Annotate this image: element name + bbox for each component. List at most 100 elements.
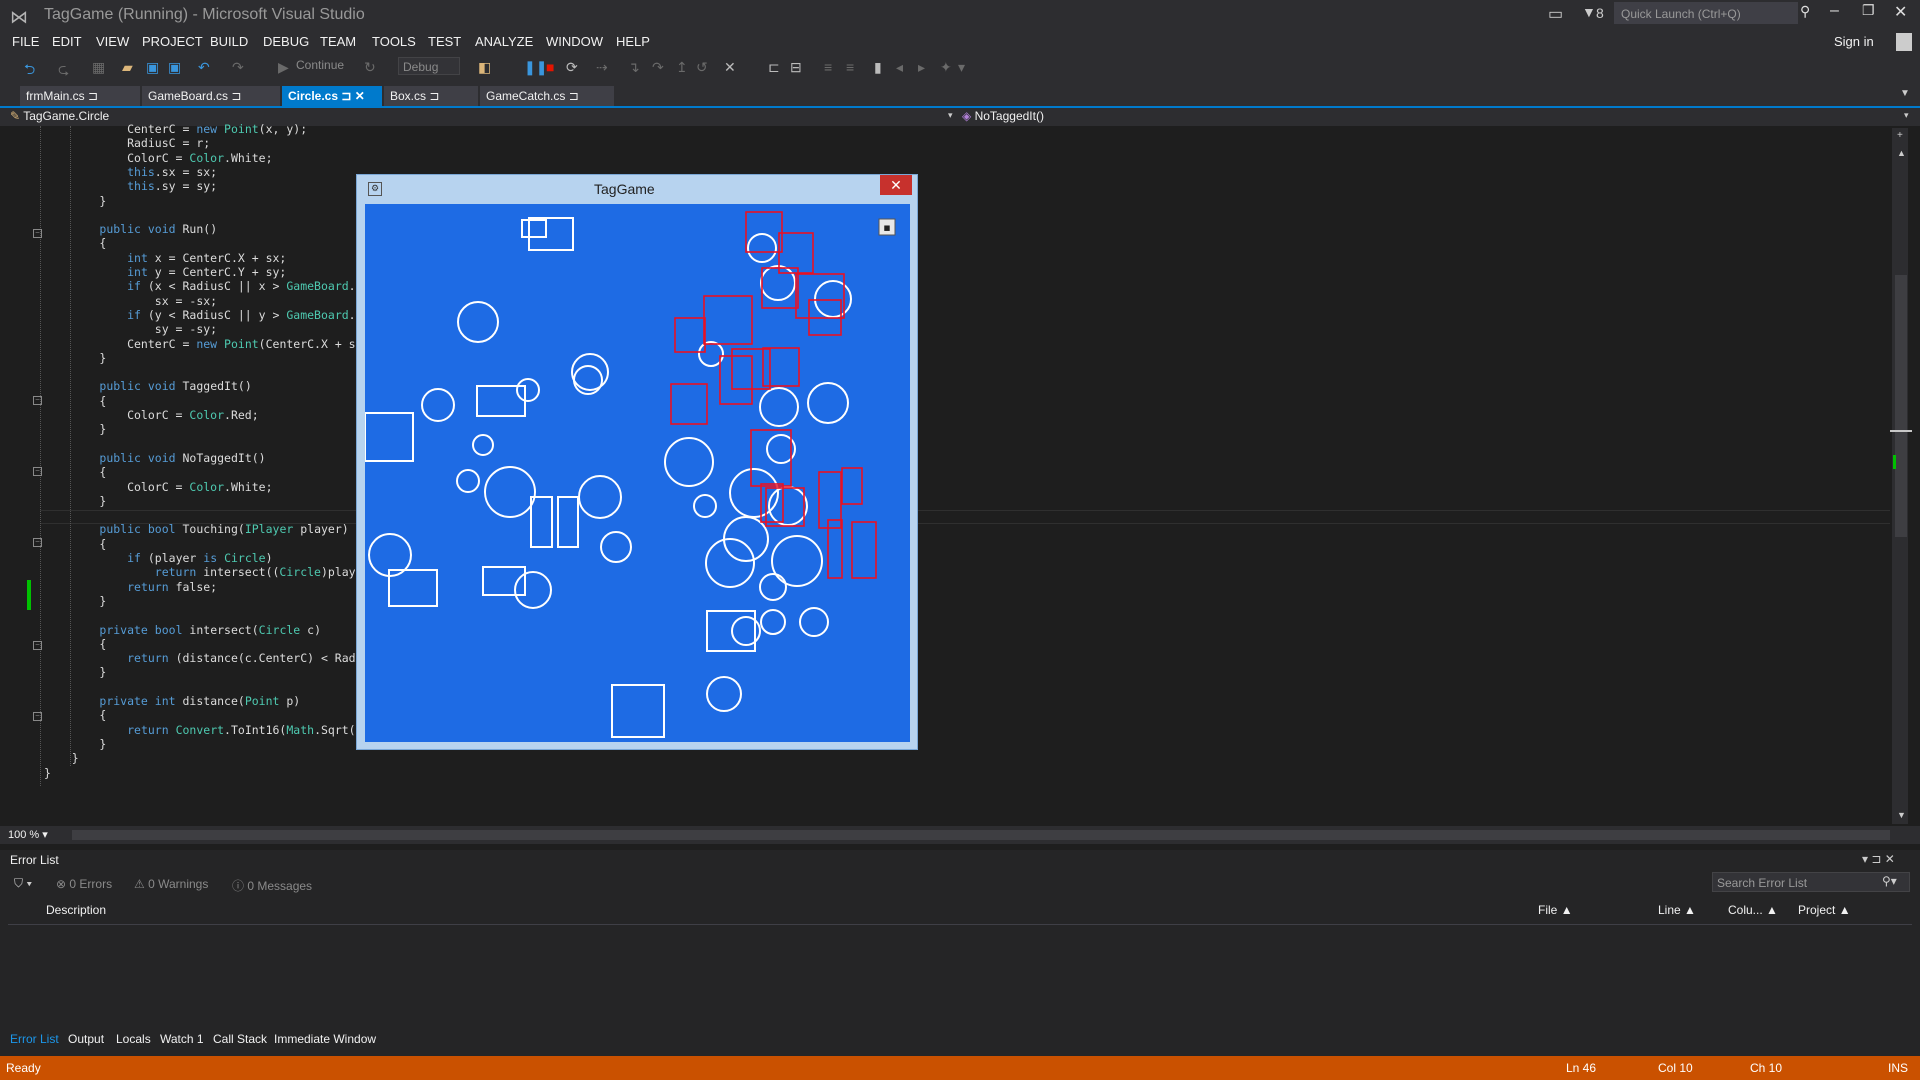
code-line[interactable]: CenterC = new Point(CenterC.X + s <box>44 337 356 351</box>
panel-window-controls[interactable]: ▾ ⊐ ✕ <box>1862 852 1895 866</box>
stop-debugging-icon[interactable]: ■ <box>546 59 554 75</box>
code-text-area[interactable]: CenterC = new Point(x, y); RadiusC = r; … <box>44 122 1884 802</box>
filter-icon[interactable]: ⛉ ▾ <box>14 876 32 891</box>
search-icon[interactable]: ⚲▾ <box>1882 874 1897 888</box>
process-icon[interactable]: ◧ <box>478 59 491 76</box>
step-into-icon[interactable]: ↴ <box>628 59 640 76</box>
refresh-icon[interactable]: ↻ <box>364 59 376 76</box>
code-line[interactable]: ColorC = Color.White; <box>44 480 272 494</box>
sign-in-link[interactable]: Sign in <box>1834 34 1874 49</box>
code-line[interactable]: public void TaggedIt() <box>44 379 251 393</box>
menu-analyze[interactable]: ANALYZE <box>475 34 533 49</box>
menu-debug[interactable]: DEBUG <box>263 34 309 49</box>
fold-toggle-icon[interactable]: − <box>33 396 42 405</box>
split-editor-icon[interactable]: + <box>1897 130 1903 141</box>
code-line[interactable]: } <box>44 351 106 365</box>
code-line[interactable]: { <box>44 394 106 408</box>
filter-flag-icon[interactable]: ▼ <box>1582 4 1596 20</box>
hex-display-icon[interactable]: ✕ <box>724 59 736 76</box>
code-line[interactable]: { <box>44 637 106 651</box>
redo-icon[interactable]: ↷ <box>232 59 244 76</box>
code-line[interactable]: RadiusC = r; <box>44 136 210 150</box>
warnings-toggle[interactable]: ⚠ 0 Warnings <box>134 877 208 891</box>
navigate-forward-icon[interactable]: ⮎ <box>58 59 69 83</box>
code-line[interactable]: sx = -sx; <box>44 294 217 308</box>
notifications-icon[interactable]: ▭ <box>1548 4 1563 24</box>
app-icon[interactable]: ⚙ <box>368 182 382 196</box>
member-dropdown[interactable]: ◈ NoTaggedIt() <box>962 109 1044 123</box>
fold-toggle-icon[interactable]: − <box>33 229 42 238</box>
navigate-back-icon[interactable]: ⮌ <box>24 59 35 83</box>
editor-scroll-thumb[interactable] <box>1895 275 1907 537</box>
menu-window[interactable]: WINDOW <box>546 34 603 49</box>
undo-icon[interactable]: ↶ <box>198 59 210 76</box>
tab-error-list[interactable]: Error List <box>10 1032 59 1046</box>
code-line[interactable]: } <box>44 665 106 679</box>
tab-call-stack[interactable]: Call Stack <box>213 1032 267 1046</box>
code-line[interactable]: if (x < RadiusC || x > GameBoard. <box>44 279 356 293</box>
code-line[interactable]: { <box>44 708 106 722</box>
solution-configuration-select[interactable]: Debug <box>398 57 460 75</box>
pin-icon[interactable]: ⊐ <box>341 89 351 103</box>
step-out-icon[interactable]: ↥ <box>676 59 688 76</box>
code-line[interactable]: } <box>44 422 106 436</box>
show-next-statement-icon[interactable]: ⇢ <box>596 59 608 76</box>
fold-toggle-icon[interactable]: − <box>33 538 42 547</box>
continue-icon[interactable]: ▶ <box>278 59 289 76</box>
messages-toggle[interactable]: ⓘ 0 Messages <box>232 877 312 894</box>
column-line[interactable]: Line ▲ <box>1658 903 1696 917</box>
code-line[interactable]: } <box>44 494 106 508</box>
column-file[interactable]: File ▲ <box>1538 903 1573 917</box>
scroll-up-icon[interactable]: ▲ <box>1897 148 1906 158</box>
taggame-close-button[interactable]: ✕ <box>880 175 912 195</box>
code-line[interactable]: } <box>44 751 79 765</box>
clear-bookmarks-icon[interactable]: ✦ <box>940 59 952 76</box>
account-icon[interactable] <box>1896 33 1912 51</box>
menu-help[interactable]: HELP <box>616 34 650 49</box>
code-line[interactable]: } <box>44 766 51 780</box>
tab-output[interactable]: Output <box>68 1032 104 1046</box>
comment-lines-icon[interactable]: ≡ <box>824 59 832 75</box>
toolbar-overflow-icon[interactable]: ▾ <box>958 59 965 76</box>
class-dropdown[interactable]: ✎ TagGame.Circle <box>10 109 109 123</box>
game-board[interactable]: ▪ <box>365 204 910 742</box>
code-line[interactable]: if (y < RadiusC || y > GameBoard. <box>44 308 356 322</box>
pin-icon[interactable]: ⊐ <box>429 89 439 103</box>
class-dropdown-arrow-icon[interactable]: ▾ <box>948 110 953 121</box>
pin-icon[interactable]: ⊐ <box>231 89 241 103</box>
close-tab-icon[interactable]: ✕ <box>355 89 365 103</box>
errors-toggle[interactable]: ⊗ 0 Errors <box>56 877 112 891</box>
pin-icon[interactable]: ⊐ <box>569 89 579 103</box>
menu-project[interactable]: PROJECT <box>142 34 203 49</box>
fold-toggle-icon[interactable]: − <box>33 467 42 476</box>
code-line[interactable]: private int distance(Point p) <box>44 694 300 708</box>
editor-horizontal-scrollbar[interactable] <box>72 830 1890 840</box>
tab-watch-1[interactable]: Watch 1 <box>160 1032 204 1046</box>
close-button[interactable]: ✕ <box>1894 2 1907 22</box>
menu-test[interactable]: TEST <box>428 34 461 49</box>
open-file-icon[interactable]: ▰ <box>122 59 133 76</box>
uncomment-lines-icon[interactable]: ≡ <box>846 59 854 75</box>
code-line[interactable]: public void NoTaggedIt() <box>44 451 265 465</box>
code-line[interactable]: { <box>44 465 106 479</box>
code-line[interactable]: { <box>44 236 106 250</box>
tab-overflow-icon[interactable]: ▼ <box>1900 88 1910 99</box>
prev-bookmark-icon[interactable]: ◂ <box>896 59 903 76</box>
tab-locals[interactable]: Locals <box>116 1032 151 1046</box>
quick-launch-input[interactable]: Quick Launch (Ctrl+Q) <box>1614 2 1798 24</box>
bookmark-icon[interactable]: ▮ <box>874 59 882 76</box>
tab-box[interactable]: Box.cs ⊐ <box>384 86 478 106</box>
minimize-button[interactable]: – <box>1830 2 1839 20</box>
fold-toggle-icon[interactable]: − <box>33 712 42 721</box>
threads-icon[interactable]: ⊏ <box>768 59 780 76</box>
column-column[interactable]: Colu... ▲ <box>1728 903 1778 917</box>
new-project-icon[interactable]: ▦ <box>92 59 105 76</box>
error-list-search-input[interactable]: Search Error List <box>1712 872 1910 892</box>
zoom-select[interactable]: 100 % ▾ <box>8 828 48 841</box>
code-line[interactable]: ColorC = Color.Red; <box>44 408 259 422</box>
menu-tools[interactable]: TOOLS <box>372 34 416 49</box>
restore-button[interactable]: ❐ <box>1862 2 1875 19</box>
code-line[interactable]: int x = CenterC.X + sx; <box>44 251 286 265</box>
menu-file[interactable]: FILE <box>12 34 39 49</box>
column-description[interactable]: Description <box>46 903 106 917</box>
